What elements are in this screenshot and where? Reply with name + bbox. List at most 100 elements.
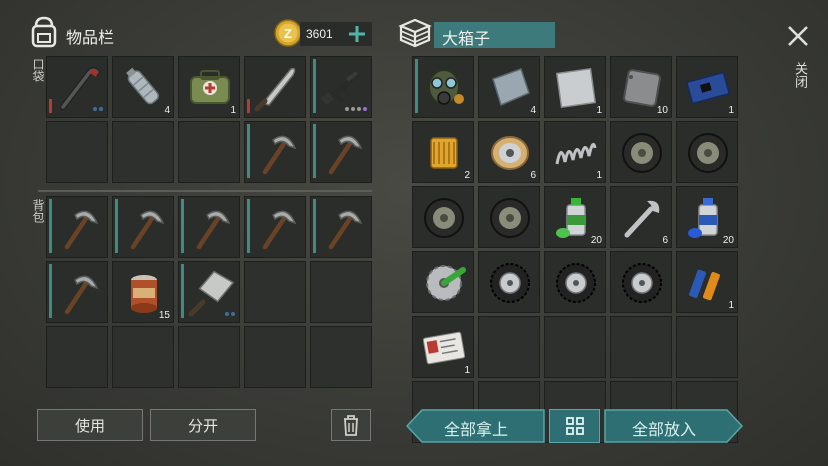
coin-count: 3601 [306, 27, 333, 41]
pocket-slot[interactable] [310, 121, 372, 183]
backpack-slot[interactable] [112, 196, 174, 258]
item-count: 1 [596, 170, 602, 181]
box-slot[interactable]: 1 [544, 121, 606, 183]
pocket-slot[interactable] [178, 121, 240, 183]
box-slot[interactable]: 2 [412, 121, 474, 183]
backpack-slot[interactable] [112, 326, 174, 388]
item-count: 20 [722, 235, 734, 246]
box-slot[interactable]: 1 [544, 56, 606, 118]
wire-spool-icon [491, 136, 529, 170]
item-count: 1 [596, 105, 602, 116]
box-slot[interactable] [478, 251, 540, 313]
box-slot[interactable] [412, 186, 474, 248]
durability-bar [115, 199, 118, 253]
tire-icon [622, 263, 662, 303]
box-slot[interactable] [676, 316, 738, 378]
backpack-slot[interactable] [178, 326, 240, 388]
box-slot[interactable] [544, 316, 606, 378]
pickaxe-icon [262, 210, 297, 250]
split-button[interactable]: 分开 [150, 409, 256, 441]
backpack-slot[interactable] [178, 261, 240, 323]
grid-sort-icon [565, 417, 584, 435]
box-slot[interactable] [610, 316, 672, 378]
durability-bar [313, 124, 316, 178]
wheel-icon [424, 198, 464, 238]
pocket-slot[interactable]: 1 [178, 56, 240, 118]
box-slot[interactable]: 6 [610, 186, 672, 248]
backpack-slot[interactable] [310, 261, 372, 323]
wrench-icon [624, 200, 660, 238]
pocket-slot[interactable] [46, 56, 108, 118]
item-count: 1 [230, 105, 236, 116]
box-title: 大箱子 [442, 29, 491, 48]
box-slot[interactable]: 6 [478, 121, 540, 183]
pickaxe-icon [64, 275, 99, 315]
box-slot[interactable] [610, 121, 672, 183]
box-slot[interactable]: 20 [544, 186, 606, 248]
item-count: 1 [464, 365, 470, 376]
pickaxe-icon [262, 135, 297, 175]
box-slot[interactable]: 20 [676, 186, 738, 248]
pocket-label: 口袋 [31, 58, 45, 82]
backpack-icon [30, 16, 58, 48]
pocket-slot[interactable] [112, 121, 174, 183]
pocket-slot[interactable]: 4 [112, 56, 174, 118]
backpack-slot[interactable] [178, 196, 240, 258]
backpack-slot[interactable] [46, 196, 108, 258]
close-label[interactable]: 关闭 [790, 62, 809, 88]
backpack-slot[interactable] [244, 326, 306, 388]
durability-bar [49, 199, 52, 253]
steel-sheet-icon [555, 67, 597, 109]
spring-icon [555, 142, 597, 165]
durability-bar [49, 264, 52, 318]
backpack-slot[interactable]: 15 [112, 261, 174, 323]
close-button[interactable] [786, 24, 810, 48]
item-count: 20 [590, 235, 602, 246]
box-slot[interactable]: 1 [676, 56, 738, 118]
box-slot[interactable] [610, 251, 672, 313]
box-slot[interactable]: 1 [412, 316, 474, 378]
item-count: 4 [530, 105, 536, 116]
medkit-bag-icon [190, 70, 230, 104]
add-coins-button[interactable] [345, 22, 369, 46]
box-slot[interactable] [478, 316, 540, 378]
sort-button[interactable] [549, 409, 600, 443]
box-slot[interactable] [478, 186, 540, 248]
backpack-slot[interactable] [310, 326, 372, 388]
durability-bar [247, 199, 250, 253]
durability-bar [247, 99, 250, 113]
pocket-slot[interactable] [310, 56, 372, 118]
trash-button[interactable] [331, 409, 371, 441]
backpack-slot[interactable] [244, 261, 306, 323]
box-slot[interactable] [676, 121, 738, 183]
saw-blade-icon [426, 265, 466, 301]
backpack-slot[interactable] [244, 196, 306, 258]
wheel-icon [622, 133, 662, 173]
put-all-label: 全部放入 [632, 420, 697, 439]
item-count: 2 [464, 170, 470, 181]
backpack-slot[interactable] [46, 261, 108, 323]
box-slot[interactable] [544, 251, 606, 313]
wheel-icon [688, 133, 728, 173]
pickaxe-icon [196, 210, 231, 250]
durability-bar [313, 59, 316, 113]
pocket-slot[interactable] [244, 56, 306, 118]
backpack-slot[interactable] [46, 326, 108, 388]
quality-dots [345, 107, 367, 111]
pocket-slot[interactable] [46, 121, 108, 183]
pickaxe-icon [328, 135, 363, 175]
pocket-slot[interactable] [244, 121, 306, 183]
use-button[interactable]: 使用 [37, 409, 143, 441]
item-count: 15 [158, 310, 170, 321]
oil-filter-icon [430, 137, 458, 169]
take-all-label: 全部拿上 [444, 420, 509, 439]
box-icon [398, 17, 432, 49]
box-slot[interactable]: 10 [610, 56, 672, 118]
box-slot[interactable] [412, 251, 474, 313]
coin-icon: Z [274, 19, 302, 47]
box-slot[interactable]: 1 [676, 251, 738, 313]
backpack-slot[interactable] [310, 196, 372, 258]
machete-icon [254, 67, 296, 112]
box-slot[interactable] [412, 56, 474, 118]
box-slot[interactable]: 4 [478, 56, 540, 118]
